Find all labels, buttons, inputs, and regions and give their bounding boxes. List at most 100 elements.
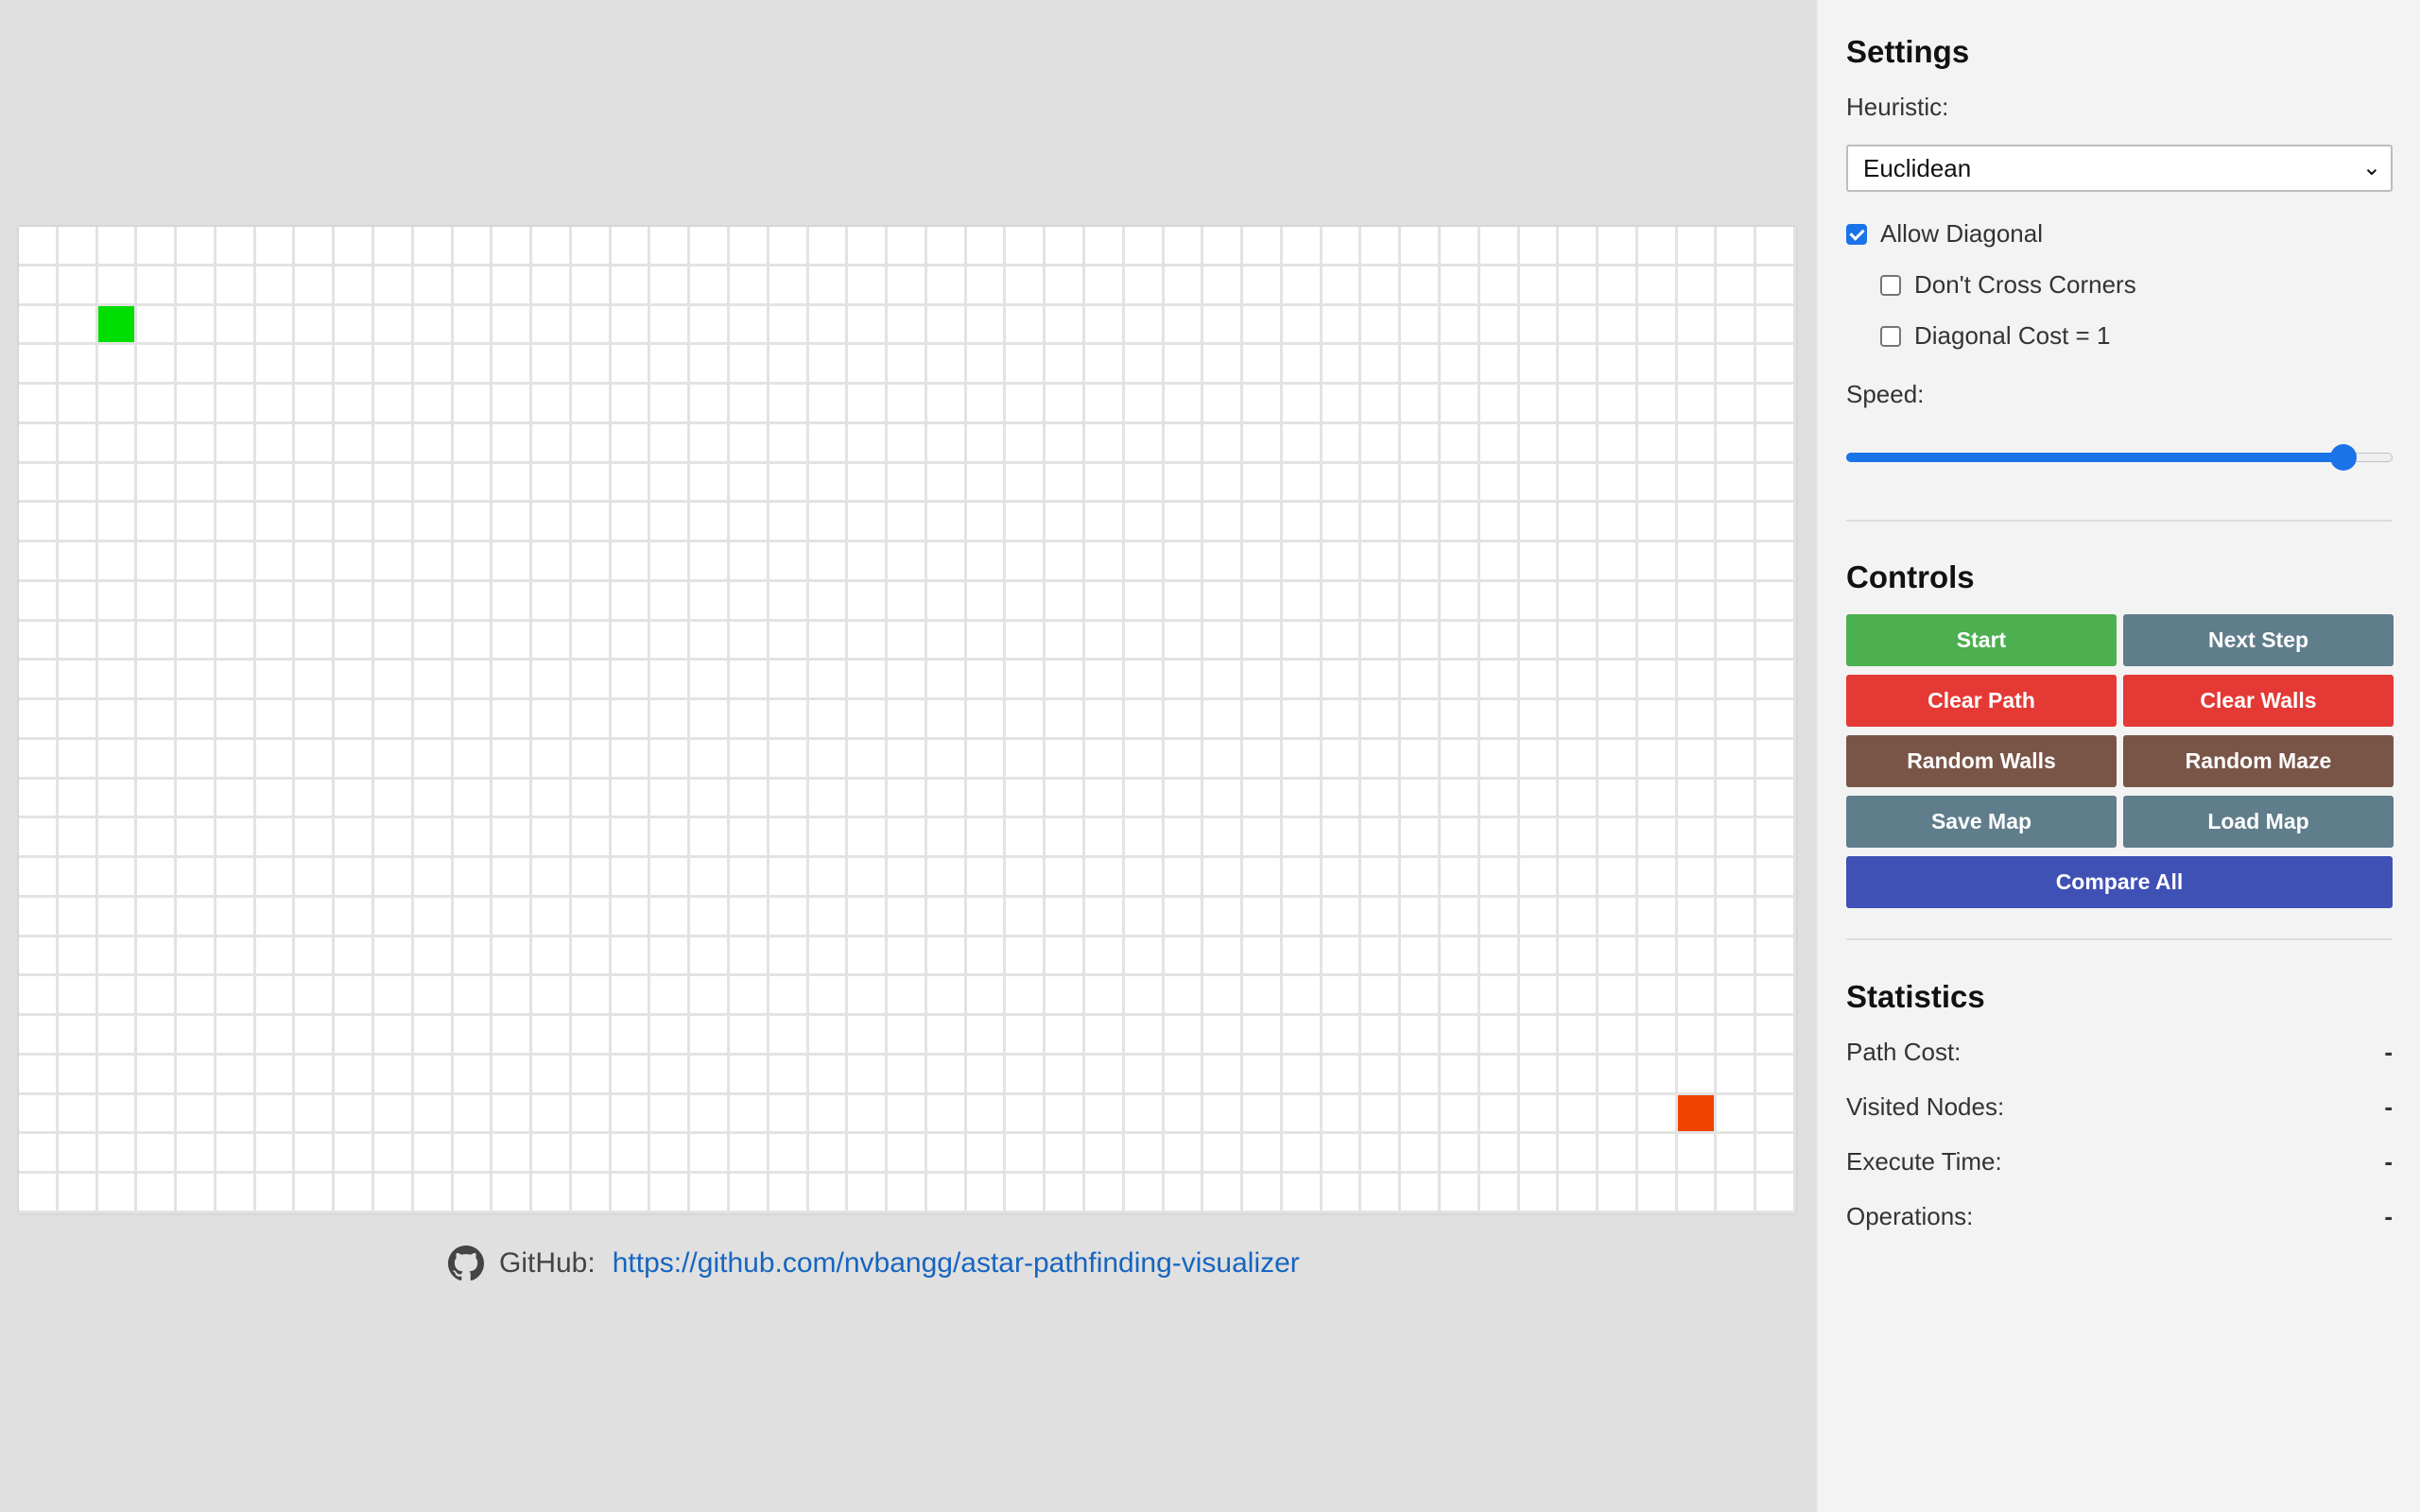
grid-cell[interactable]: [730, 385, 769, 424]
grid-cell[interactable]: [1717, 581, 1757, 622]
grid-cell[interactable]: [769, 463, 809, 504]
grid-cell[interactable]: [1599, 503, 1638, 543]
grid-cell[interactable]: [611, 385, 651, 424]
grid-cell[interactable]: [1361, 936, 1402, 977]
grid-cell[interactable]: [1559, 266, 1599, 306]
grid-cell[interactable]: [216, 700, 256, 740]
grid-cell[interactable]: [1441, 1134, 1480, 1175]
grid-cell[interactable]: [1441, 266, 1480, 306]
grid-cell[interactable]: [532, 1055, 572, 1095]
grid-cell[interactable]: [1559, 1094, 1599, 1135]
grid-cell[interactable]: [1756, 779, 1796, 819]
grid-cell[interactable]: [413, 385, 454, 424]
grid-cell[interactable]: [1519, 463, 1560, 504]
grid-cell[interactable]: [1282, 1134, 1322, 1175]
grid-cell[interactable]: [58, 266, 98, 306]
grid-cell[interactable]: [137, 423, 178, 464]
grid-cell[interactable]: [1164, 1094, 1204, 1135]
grid-cell[interactable]: [1124, 621, 1165, 662]
grid-cell[interactable]: [690, 700, 730, 740]
grid-cell[interactable]: [335, 936, 374, 977]
grid-cell[interactable]: [19, 581, 59, 622]
grid-cell[interactable]: [888, 897, 927, 937]
grid-cell[interactable]: [1046, 700, 1085, 740]
grid-cell[interactable]: [966, 542, 1007, 582]
grid-cell[interactable]: [1519, 345, 1560, 386]
grid-cell[interactable]: [848, 423, 889, 464]
grid-cell[interactable]: [1124, 661, 1165, 701]
grid-cell[interactable]: [1124, 385, 1165, 424]
grid-cell[interactable]: [1243, 858, 1283, 898]
grid-cell[interactable]: [493, 423, 533, 464]
grid-cell[interactable]: [690, 936, 730, 977]
grid-cell[interactable]: [532, 581, 572, 622]
grid-cell[interactable]: [1243, 542, 1283, 582]
grid-cell[interactable]: [1046, 463, 1085, 504]
grid-cell[interactable]: [730, 463, 769, 504]
grid-cell[interactable]: [493, 661, 533, 701]
grid-cell[interactable]: [1203, 976, 1244, 1017]
grid-cell[interactable]: [137, 936, 178, 977]
grid-cell[interactable]: [611, 700, 651, 740]
grid-cell[interactable]: [413, 1134, 454, 1175]
grid-cell[interactable]: [1046, 266, 1085, 306]
grid-cell[interactable]: [690, 305, 730, 346]
grid-cell[interactable]: [335, 345, 374, 386]
grid-cell[interactable]: [1637, 858, 1678, 898]
grid-cell[interactable]: [690, 1134, 730, 1175]
grid-cell[interactable]: [295, 1016, 336, 1056]
grid-cell[interactable]: [571, 739, 612, 780]
grid-cell[interactable]: [1401, 858, 1441, 898]
grid-cell[interactable]: [1717, 542, 1757, 582]
grid-cell[interactable]: [1756, 1134, 1796, 1175]
grid-cell[interactable]: [335, 542, 374, 582]
grid-cell[interactable]: [1046, 1016, 1085, 1056]
grid-cell[interactable]: [1203, 423, 1244, 464]
grid-cell[interactable]: [1401, 227, 1441, 266]
grid-cell[interactable]: [769, 305, 809, 346]
grid-cell[interactable]: [611, 266, 651, 306]
grid-cell[interactable]: [1085, 345, 1125, 386]
grid-cell[interactable]: [295, 739, 336, 780]
grid-cell[interactable]: [1203, 542, 1244, 582]
grid-cell[interactable]: [571, 345, 612, 386]
grid-cell[interactable]: [1559, 1055, 1599, 1095]
grid-cell[interactable]: [1559, 503, 1599, 543]
grid-cell[interactable]: [1756, 305, 1796, 346]
grid-cell[interactable]: [493, 385, 533, 424]
grid-cell[interactable]: [335, 1016, 374, 1056]
grid-cell[interactable]: [1164, 1055, 1204, 1095]
grid-cell[interactable]: [295, 818, 336, 859]
grid-cell[interactable]: [532, 976, 572, 1017]
grid-cell[interactable]: [808, 700, 849, 740]
grid-cell[interactable]: [335, 227, 374, 266]
grid-cell[interactable]: [255, 818, 296, 859]
grid-cell[interactable]: [1559, 818, 1599, 859]
grid-cell[interactable]: [58, 1094, 98, 1135]
grid-cell[interactable]: [1243, 1016, 1283, 1056]
grid-cell[interactable]: [19, 621, 59, 662]
grid-cell[interactable]: [295, 1094, 336, 1135]
grid-cell[interactable]: [808, 1055, 849, 1095]
grid-cell[interactable]: [255, 700, 296, 740]
grid-cell[interactable]: [1164, 1174, 1204, 1213]
grid-cell[interactable]: [1322, 700, 1362, 740]
grid-cell[interactable]: [335, 305, 374, 346]
grid-cell[interactable]: [295, 897, 336, 937]
grid-cell[interactable]: [611, 1016, 651, 1056]
grid-cell[interactable]: [1124, 542, 1165, 582]
grid-cell[interactable]: [966, 305, 1007, 346]
grid-cell[interactable]: [1243, 581, 1283, 622]
grid-cell[interactable]: [1203, 739, 1244, 780]
grid-cell[interactable]: [19, 423, 59, 464]
grid-cell[interactable]: [848, 503, 889, 543]
grid-cell[interactable]: [1599, 1016, 1638, 1056]
grid-cell[interactable]: [1677, 1174, 1718, 1213]
grid-cell[interactable]: [571, 897, 612, 937]
grid-cell[interactable]: [1519, 858, 1560, 898]
grid-cell[interactable]: [926, 542, 967, 582]
grid-cell[interactable]: [926, 818, 967, 859]
grid-cell[interactable]: [216, 661, 256, 701]
grid-cell[interactable]: [413, 858, 454, 898]
grid-cell[interactable]: [493, 739, 533, 780]
